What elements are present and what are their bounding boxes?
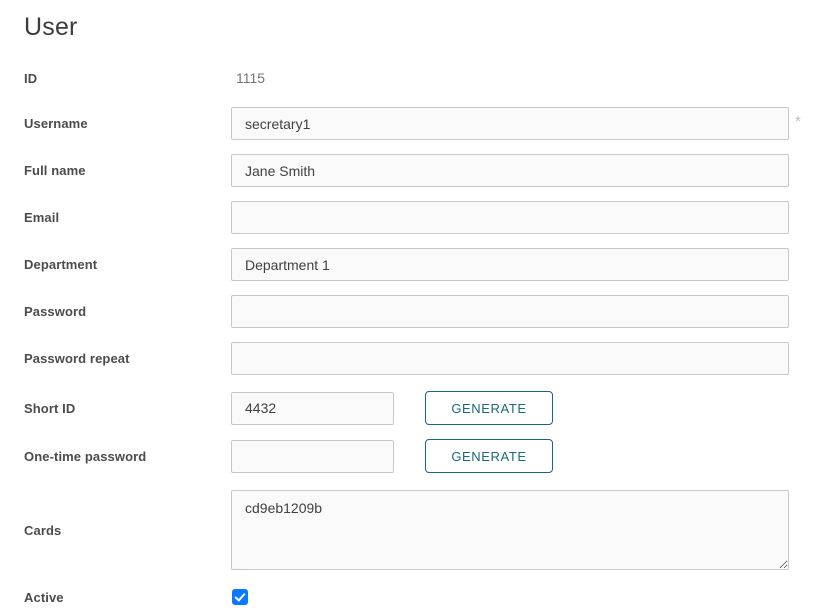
form-row-email: Email xyxy=(24,201,800,234)
cards-textarea[interactable]: cd9eb1209b xyxy=(231,490,789,570)
form-row-username: Username * xyxy=(24,107,800,140)
form-row-active: Active xyxy=(24,589,800,605)
field-label-short-id: Short ID xyxy=(24,401,231,416)
field-label-password-repeat: Password repeat xyxy=(24,351,231,366)
form-row-password-repeat: Password repeat xyxy=(24,342,800,375)
field-label-full-name: Full name xyxy=(24,163,231,178)
email-input[interactable] xyxy=(231,201,789,234)
form-row-one-time-password: One-time password GENERATE xyxy=(24,439,800,473)
field-label-username: Username xyxy=(24,116,231,131)
page-title: User xyxy=(24,13,800,42)
form-row-short-id: Short ID GENERATE xyxy=(24,391,800,425)
field-label-email: Email xyxy=(24,210,231,225)
field-label-active: Active xyxy=(24,590,231,605)
active-checkbox[interactable] xyxy=(232,589,248,605)
form-row-id: ID 1115 xyxy=(24,70,800,86)
generate-one-time-password-button[interactable]: GENERATE xyxy=(425,439,553,473)
one-time-password-input[interactable] xyxy=(231,440,394,473)
generate-short-id-button[interactable]: GENERATE xyxy=(425,391,553,425)
id-value: 1115 xyxy=(231,70,265,86)
username-input[interactable] xyxy=(231,107,789,140)
department-input[interactable] xyxy=(231,248,789,281)
form-row-cards: Cards cd9eb1209b xyxy=(24,490,800,570)
form-row-full-name: Full name xyxy=(24,154,800,187)
field-label-id: ID xyxy=(24,71,231,86)
password-input[interactable] xyxy=(231,295,789,328)
field-label-one-time-password: One-time password xyxy=(24,449,231,464)
field-label-department: Department xyxy=(24,257,231,272)
short-id-input[interactable] xyxy=(231,392,394,425)
field-label-cards: Cards xyxy=(24,523,231,538)
required-asterisk: * xyxy=(795,107,801,130)
form-row-password: Password xyxy=(24,295,800,328)
form-row-department: Department xyxy=(24,248,800,281)
password-repeat-input[interactable] xyxy=(231,342,789,375)
full-name-input[interactable] xyxy=(231,154,789,187)
field-label-password: Password xyxy=(24,304,231,319)
